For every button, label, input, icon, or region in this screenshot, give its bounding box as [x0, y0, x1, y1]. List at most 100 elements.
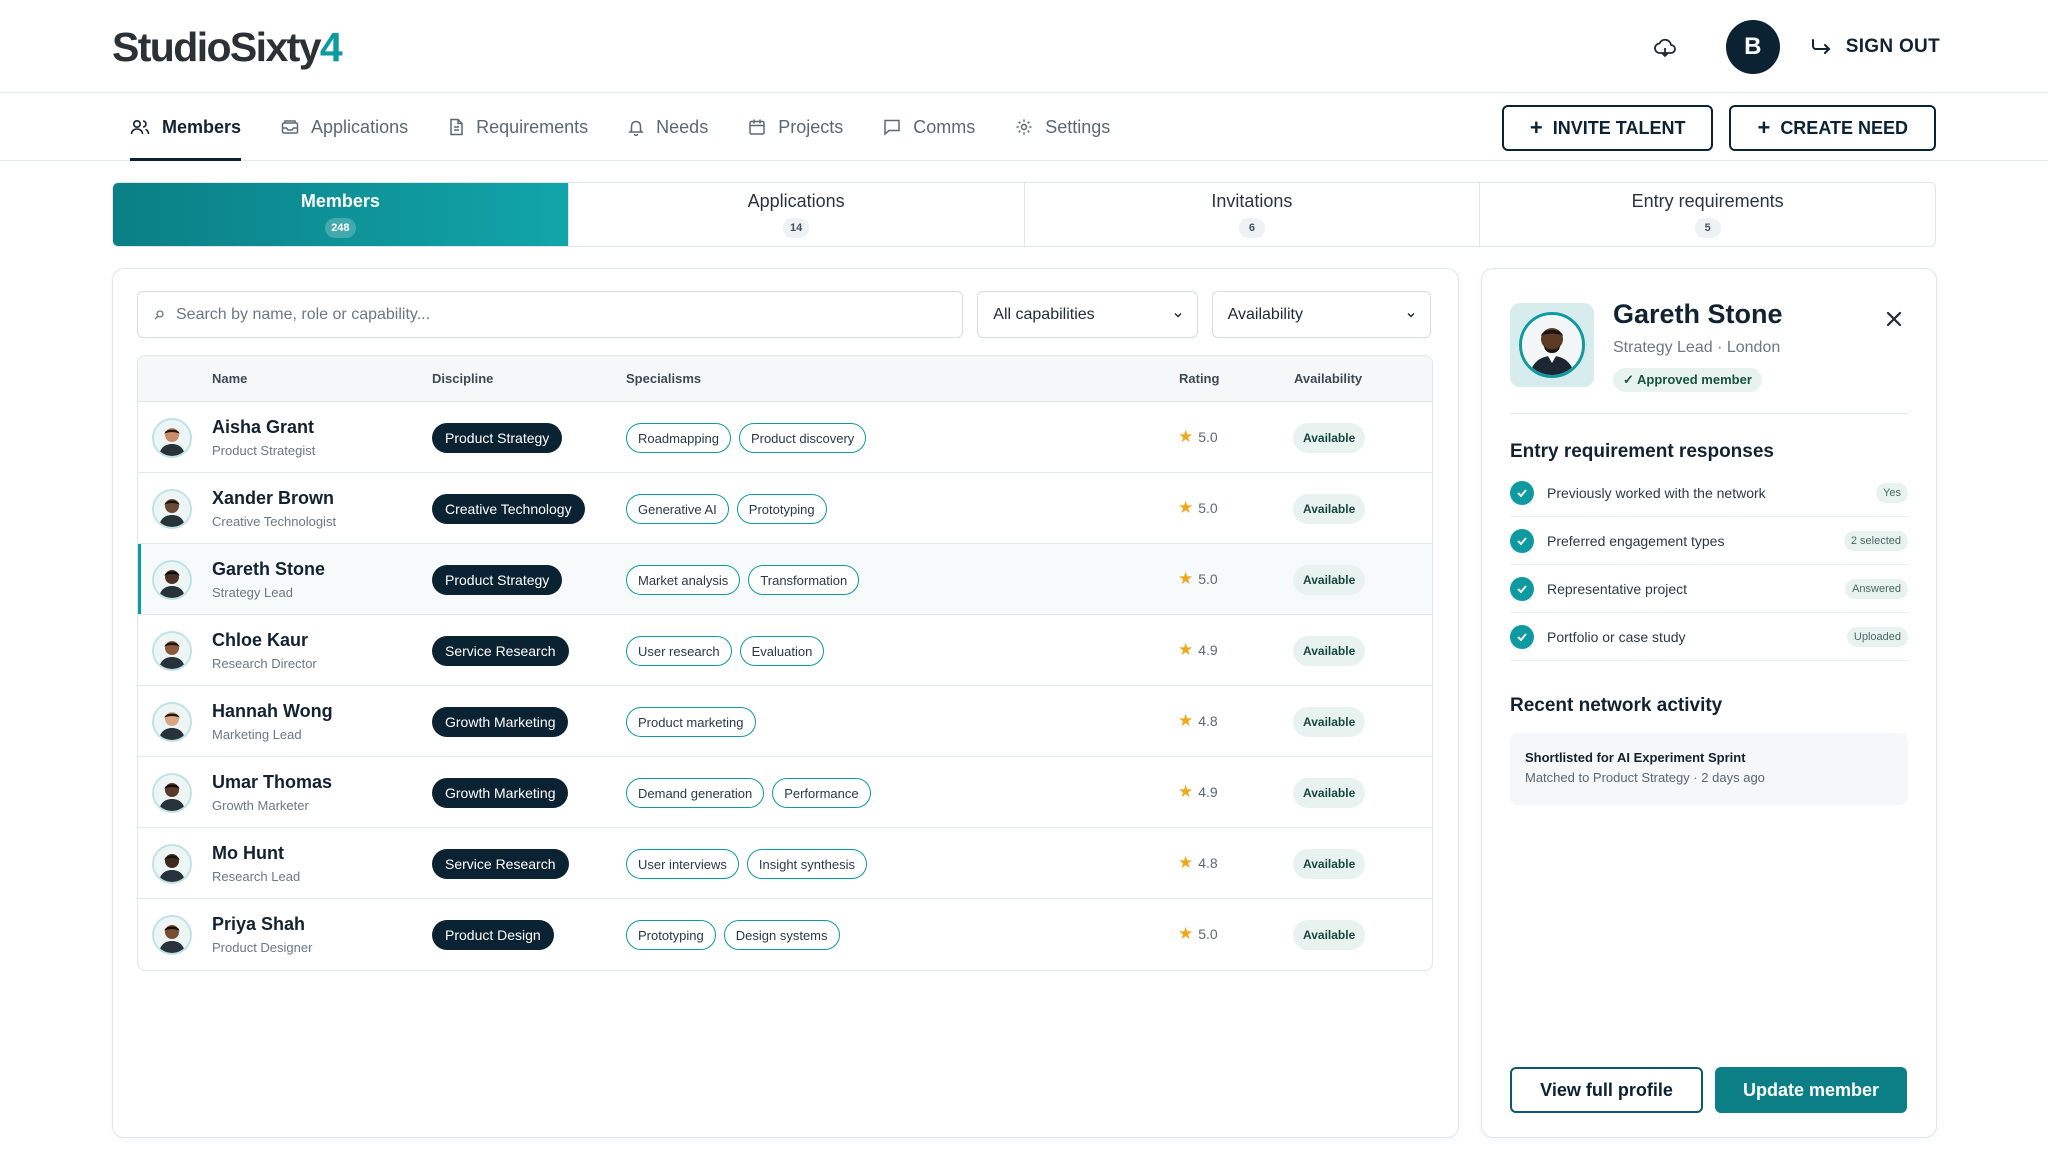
specialisms-list: Demand generation Performance [626, 778, 879, 808]
table-row[interactable]: Xander Brown Creative Technologist Creativ… [138, 473, 1432, 544]
table-row[interactable]: Chloe Kaur Research Director Service Resea… [138, 615, 1432, 686]
logo-text: StudioSixty [112, 24, 322, 70]
rating-value: 4.9 [1198, 784, 1218, 800]
member-role: Product Designer [212, 940, 313, 955]
nav-item-settings[interactable]: Settings [1015, 93, 1110, 161]
sign-out-button[interactable]: SIGN OUT [1810, 36, 1940, 58]
members-panel: Search by name, role or capability... Al… [112, 268, 1459, 1138]
inbox-icon [281, 120, 299, 134]
check-circle-icon [1510, 624, 1534, 649]
activity-title: Shortlisted for AI Experiment Sprint [1525, 750, 1746, 765]
table-row[interactable]: Hannah Wong Marketing Lead Growth Marketin… [138, 686, 1432, 757]
member-role: Research Lead [212, 869, 301, 884]
column-header-rating[interactable]: Rating [1179, 371, 1219, 386]
specialism-tag: Market analysis [626, 565, 741, 595]
create-need-button[interactable]: + CREATE NEED [1729, 105, 1936, 151]
rating: ★ 5.0 [1178, 427, 1218, 447]
availability-badge: Available [1293, 494, 1366, 524]
nav-item-members[interactable]: Members [130, 93, 242, 161]
column-header-discipline[interactable]: Discipline [432, 371, 493, 386]
nav-item-projects[interactable]: Projects [748, 93, 843, 161]
discipline-pill: Growth Marketing [432, 707, 569, 737]
column-header-specialisms[interactable]: Specialisms [626, 371, 701, 386]
logo[interactable]: StudioSixty4 [112, 24, 343, 71]
panel-actions: View full profile Update member [1510, 1067, 1907, 1113]
close-icon[interactable] [1882, 307, 1906, 331]
search-input[interactable]: Search by name, role or capability... [137, 291, 964, 338]
column-header-availability[interactable]: Availability [1294, 371, 1362, 386]
availability-select[interactable]: Availability [1211, 291, 1431, 338]
member-avatar [152, 702, 192, 742]
member-avatar [152, 489, 192, 529]
table-row[interactable]: Gareth Stone Strategy Lead Product Strateg… [138, 544, 1432, 615]
nav-item-applications[interactable]: Applications [281, 93, 408, 161]
main-nav-bar: Members Applications Requirements Needs … [0, 93, 2048, 161]
nav-item-requirements[interactable]: Requirements [448, 93, 588, 161]
specialism-tag: Product discovery [738, 423, 867, 453]
subtab-label: Entry requirements [1631, 191, 1784, 211]
specialisms-list: Product marketing [626, 707, 764, 737]
search-icon [154, 309, 164, 319]
subtab-applications[interactable]: Applications 14 [569, 183, 1025, 246]
subtab-label: Members [300, 191, 380, 211]
specialism-tag: Design systems [723, 920, 840, 950]
check-circle-icon [1510, 576, 1534, 601]
rating: ★ 4.8 [1178, 853, 1218, 873]
specialism-tag: User research [626, 636, 732, 666]
view-full-profile-button[interactable]: View full profile [1510, 1067, 1703, 1113]
activity-item[interactable]: Shortlisted for AI Experiment Sprint Mat… [1510, 733, 1908, 805]
specialisms-list: Market analysis Transformation [626, 565, 867, 595]
specialism-tag: Evaluation [739, 636, 825, 666]
table-row[interactable]: Aisha Grant Product Strategist Product Str… [138, 402, 1432, 473]
rating-value: 5.0 [1198, 500, 1218, 516]
user-avatar[interactable]: B [1725, 20, 1780, 74]
calendar-icon [749, 119, 765, 135]
member-role: Strategy Lead [212, 585, 293, 600]
nav-item-needs[interactable]: Needs [628, 93, 708, 161]
table-row[interactable]: Priya Shah Product Designer Product Design… [138, 899, 1432, 970]
member-role: Growth Marketer [212, 798, 309, 813]
chevron-down-icon [1174, 312, 1182, 318]
chat-icon [884, 119, 900, 136]
availability-badge: Available [1293, 849, 1366, 879]
specialism-tag: Transformation [748, 565, 860, 595]
gear-icon [1016, 119, 1032, 135]
star-icon: ★ [1178, 640, 1194, 659]
capabilities-select[interactable]: All capabilities [977, 291, 1198, 338]
bell-icon [628, 120, 644, 136]
filter-bar: Search by name, role or capability... Al… [137, 291, 1431, 338]
check-circle-icon [1510, 480, 1534, 505]
subtab-invitations[interactable]: Invitations 6 [1025, 183, 1481, 246]
users-icon [130, 119, 150, 135]
table-row[interactable]: Umar Thomas Growth Marketer Growth Marketi… [138, 757, 1432, 828]
response-item: Preferred engagement types 2 selected [1510, 517, 1908, 565]
subtab-entry-requirements[interactable]: Entry requirements 5 [1480, 183, 1935, 246]
member-avatar [152, 773, 192, 813]
capabilities-value: All capabilities [993, 305, 1095, 323]
specialism-tag: Roadmapping [626, 423, 731, 453]
discipline-pill: Creative Technology [432, 494, 585, 524]
header-actions: B SIGN OUT [1650, 20, 1940, 74]
rating: ★ 5.0 [1178, 498, 1218, 518]
invite-talent-button[interactable]: + INVITE TALENT [1501, 105, 1714, 151]
star-icon: ★ [1178, 711, 1194, 730]
subtab-members[interactable]: Members 248 [113, 183, 569, 246]
response-item: Portfolio or case study Uploaded [1510, 613, 1908, 661]
cloud-icon[interactable] [1650, 32, 1680, 62]
table-row[interactable]: Mo Hunt Research Lead Service Research User… [138, 828, 1432, 899]
availability-badge: Available [1293, 636, 1366, 666]
nav-label: Members [162, 116, 242, 137]
table-header: Name Discipline Specialisms Rating Avail… [138, 356, 1432, 402]
recent-activity-title: Recent network activity [1510, 695, 1723, 716]
rating: ★ 5.0 [1178, 569, 1218, 589]
column-header-name[interactable]: Name [212, 371, 247, 386]
availability-badge: Available [1293, 920, 1366, 950]
rating-value: 4.9 [1198, 642, 1218, 658]
availability-badge: Available [1293, 778, 1366, 808]
members-table: Name Discipline Specialisms Rating Avail… [137, 355, 1433, 971]
nav-item-comms[interactable]: Comms [883, 93, 975, 161]
availability-badge: Available [1293, 565, 1366, 595]
discipline-pill: Service Research [432, 849, 569, 879]
member-role: Research Director [212, 656, 317, 671]
update-member-button[interactable]: Update member [1715, 1067, 1907, 1113]
